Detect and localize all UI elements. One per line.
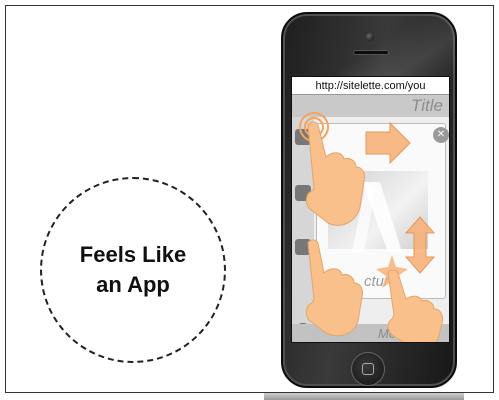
home-square-icon bbox=[362, 363, 374, 375]
feature-caption-line-2: an App bbox=[96, 272, 170, 297]
feature-caption: Feels Like an App bbox=[68, 240, 198, 300]
feature-circle: Feels Like an App bbox=[40, 177, 226, 363]
stray-edge bbox=[264, 393, 464, 400]
phone-screen: http://sitelette.com/you Title ☎ ✕ cture… bbox=[291, 76, 450, 343]
tap-hand-icon-2 bbox=[305, 239, 363, 337]
tap-hand-icon bbox=[305, 121, 365, 226]
arrow-up-down-icon bbox=[404, 216, 436, 274]
swipe-hand-icon bbox=[387, 269, 443, 342]
camera-icon bbox=[366, 33, 374, 41]
arrow-right-icon bbox=[365, 121, 411, 165]
feature-caption-line-1: Feels Like bbox=[79, 242, 187, 267]
gesture-overlay bbox=[299, 112, 443, 342]
home-button[interactable] bbox=[351, 352, 385, 386]
speaker-grille bbox=[353, 50, 389, 55]
smartphone: http://sitelette.com/you Title ☎ ✕ cture… bbox=[281, 12, 457, 388]
